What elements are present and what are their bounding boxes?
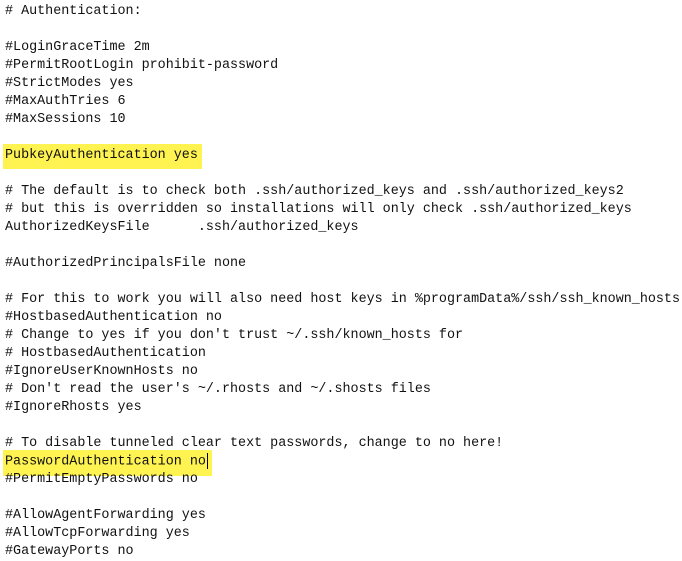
line-text: # Authentication: [5,4,142,19]
editor-line[interactable]: #AllowTcpForwarding yes [0,525,682,543]
editor-line[interactable]: # Change to yes if you don't trust ~/.ss… [0,327,682,345]
editor-line[interactable]: #MaxSessions 10 [0,111,682,129]
line-text: #MaxSessions 10 [5,112,126,127]
line-text: #PermitEmptyPasswords no [5,472,198,487]
editor-line[interactable]: # For this to work you will also need ho… [0,291,682,309]
line-text: # Change to yes if you don't trust ~/.ss… [5,328,464,343]
editor-line[interactable]: #StrictModes yes [0,75,682,93]
editor-line[interactable]: #LoginGraceTime 2m [0,39,682,57]
editor-line[interactable]: #HostbasedAuthentication no [0,309,682,327]
editor-line[interactable]: #MaxAuthTries 6 [0,93,682,111]
editor-line[interactable] [0,21,682,39]
line-text: #GatewayPorts no [5,544,134,559]
editor-line[interactable]: #PermitEmptyPasswords no [0,471,682,489]
editor-line[interactable]: # Don't read the user's ~/.rhosts and ~/… [0,381,682,399]
editor-line[interactable]: #AuthorizedPrincipalsFile none [0,255,682,273]
line-text: # The default is to check both .ssh/auth… [5,184,624,199]
line-text: # To disable tunneled clear text passwor… [5,436,504,451]
highlighted-text: PubkeyAuthentication yes [3,144,202,169]
editor-line[interactable]: # The default is to check both .ssh/auth… [0,183,682,201]
editor-line[interactable] [0,237,682,255]
line-text: #StrictModes yes [5,76,134,91]
editor-line[interactable]: #IgnoreUserKnownHosts no [0,363,682,381]
line-text: # For this to work you will also need ho… [5,292,680,307]
editor-line[interactable]: AuthorizedKeysFile .ssh/authorized_keys [0,219,682,237]
line-text: # Don't read the user's ~/.rhosts and ~/… [5,382,431,397]
line-text: #AllowTcpForwarding yes [5,526,190,541]
editor-line[interactable]: # HostbasedAuthentication [0,345,682,363]
editor-line[interactable]: PasswordAuthentication no [0,450,682,476]
line-text: #PermitRootLogin prohibit-password [5,58,279,73]
line-text: #IgnoreUserKnownHosts no [5,364,198,379]
line-text: #LoginGraceTime 2m [5,40,150,55]
line-text: #AuthorizedPrincipalsFile none [5,256,247,271]
editor-line[interactable]: #IgnoreRhosts yes [0,399,682,417]
line-text: #MaxAuthTries 6 [5,94,126,109]
text-cursor [206,453,208,469]
text-editor[interactable]: # Authentication: #LoginGraceTime 2m #Perm… [0,3,682,560]
editor-line[interactable] [0,273,682,291]
editor-line[interactable]: # but this is overridden so installation… [0,201,682,219]
line-text: #AllowAgentForwarding yes [5,508,206,523]
editor-line[interactable]: #GatewayPorts no [0,543,682,561]
editor-line[interactable] [0,489,682,507]
editor-line[interactable]: #AllowAgentForwarding yes [0,507,682,525]
editor-line[interactable] [0,417,682,435]
line-text: #HostbasedAuthentication no [5,310,222,325]
line-text: #IgnoreRhosts yes [5,400,142,415]
line-text: # HostbasedAuthentication [5,346,206,361]
line-text: AuthorizedKeysFile .ssh/authorized_keys [5,220,359,235]
editor-line[interactable]: # Authentication: [0,3,682,21]
line-text: # but this is overridden so installation… [5,202,632,217]
editor-line[interactable]: #PermitRootLogin prohibit-password [0,57,682,75]
editor-line[interactable]: PubkeyAuthentication yes [0,144,682,169]
